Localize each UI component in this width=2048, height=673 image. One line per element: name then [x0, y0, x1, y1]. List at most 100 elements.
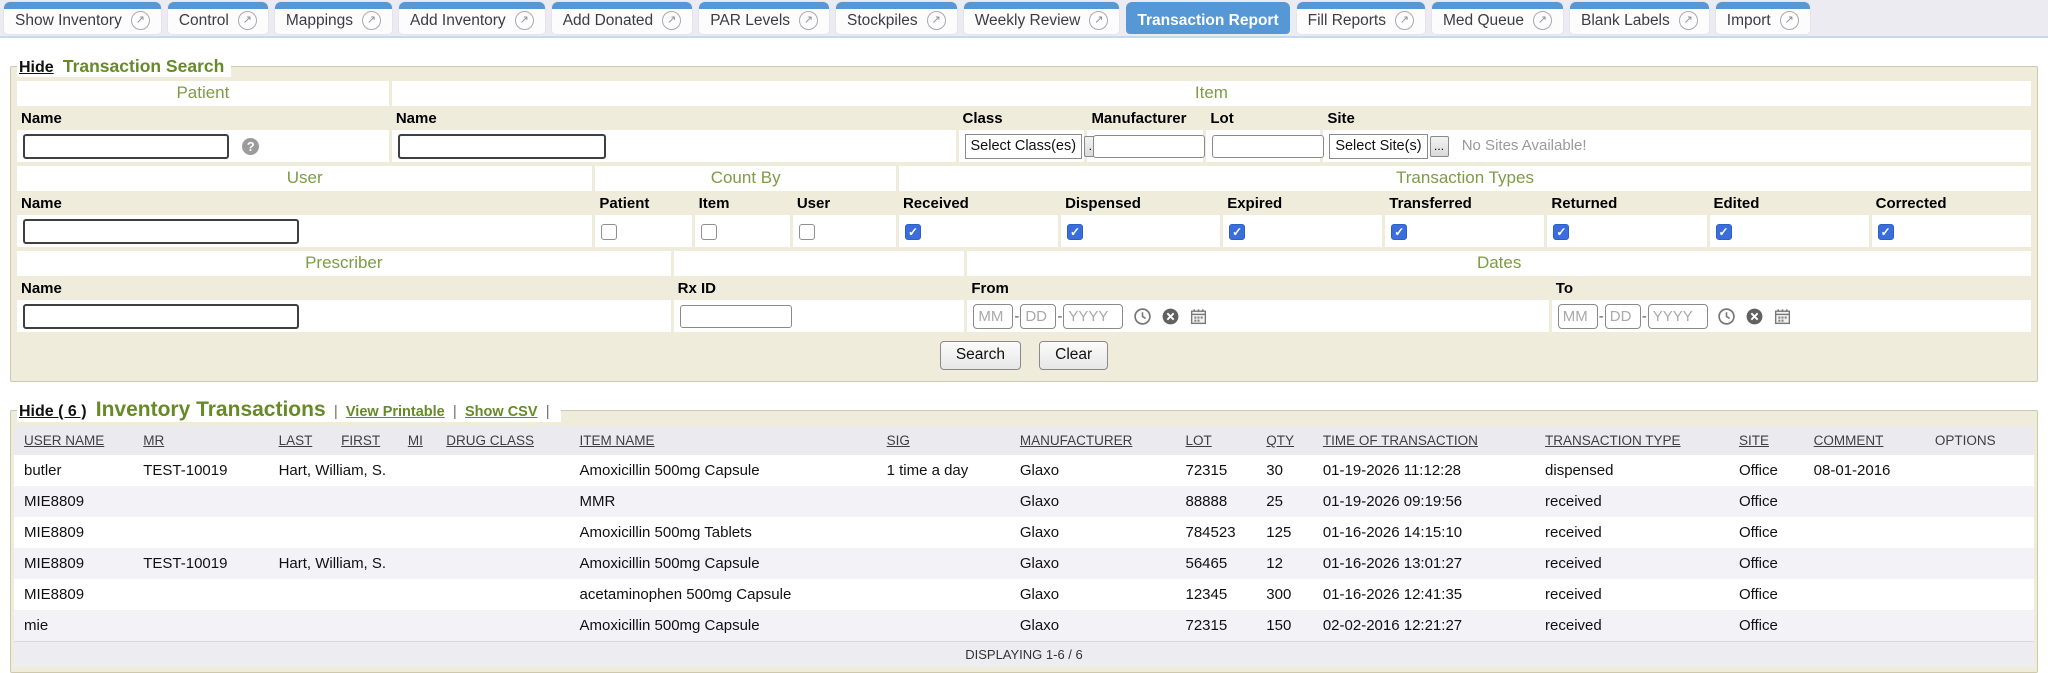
prescriber-name-input[interactable] — [23, 304, 299, 329]
view-printable-link[interactable]: View Printable — [346, 404, 445, 420]
external-link-icon[interactable]: ↗ — [1395, 11, 1414, 30]
table-cell: 01-16-2026 14:15:10 — [1319, 517, 1541, 548]
table-cell — [442, 548, 575, 579]
hide-results-link[interactable]: Hide ( 6 ) — [19, 403, 87, 420]
column-header-mi[interactable]: MI — [404, 426, 442, 455]
type-returned-checkbox[interactable] — [1553, 224, 1569, 240]
to-year-input[interactable] — [1648, 304, 1708, 329]
tab-weekly-review[interactable]: Weekly Review↗ — [964, 2, 1120, 34]
tab-blank-labels[interactable]: Blank Labels↗ — [1570, 2, 1709, 34]
tab-stockpiles[interactable]: Stockpiles↗ — [836, 2, 957, 34]
to-clock-icon[interactable] — [1717, 307, 1736, 326]
external-link-icon[interactable]: ↗ — [1679, 11, 1698, 30]
count-by-item-checkbox[interactable] — [701, 224, 717, 240]
column-header-lot[interactable]: LOT — [1182, 426, 1263, 455]
column-header-sig[interactable]: SIG — [883, 426, 1016, 455]
external-link-icon[interactable]: ↗ — [362, 11, 381, 30]
count-by-user-checkbox[interactable] — [799, 224, 815, 240]
patient-name-input[interactable] — [23, 134, 229, 159]
column-header-manufacturer[interactable]: MANUFACTURER — [1016, 426, 1182, 455]
search-button[interactable]: Search — [940, 341, 1021, 370]
column-header-last[interactable]: LAST — [275, 426, 338, 455]
tab-add-donated[interactable]: Add Donated↗ — [552, 2, 693, 34]
item-name-input[interactable] — [398, 134, 606, 159]
select-classes-box[interactable]: Select Class(es) — [965, 134, 1083, 159]
lot-input[interactable] — [1212, 135, 1324, 158]
manufacturer-input[interactable] — [1093, 135, 1205, 158]
to-clear-icon[interactable] — [1745, 307, 1764, 326]
column-header-drug-class[interactable]: DRUG CLASS — [442, 426, 575, 455]
column-header-first[interactable]: FIRST — [337, 426, 404, 455]
tab-mappings[interactable]: Mappings ↗ — [275, 2, 392, 34]
table-cell: 72315 — [1182, 610, 1263, 642]
type-corrected-checkbox[interactable] — [1878, 224, 1894, 240]
tab-add-inventory[interactable]: Add Inventory↗ — [399, 2, 545, 34]
show-csv-link[interactable]: Show CSV — [465, 404, 538, 420]
user-section-title: User — [17, 166, 592, 191]
from-day-input[interactable] — [1020, 304, 1056, 329]
column-header-user-name[interactable]: USER NAME — [14, 426, 139, 455]
lot-label: Lot — [1206, 108, 1320, 128]
table-cell: Amoxicillin 500mg Tablets — [576, 517, 883, 548]
tab-label: Mappings — [286, 12, 353, 30]
table-cell — [1810, 610, 1931, 642]
column-header-site[interactable]: SITE — [1735, 426, 1810, 455]
from-clear-icon[interactable] — [1161, 307, 1180, 326]
transaction-types-section-title: Transaction Types — [899, 166, 2031, 191]
select-sites-box[interactable]: Select Site(s) — [1329, 134, 1427, 159]
from-clock-icon[interactable] — [1133, 307, 1152, 326]
external-link-icon[interactable]: ↗ — [238, 11, 257, 30]
tab-show-inventory[interactable]: Show Inventory↗ — [4, 2, 161, 34]
clear-button[interactable]: Clear — [1039, 341, 1108, 370]
column-header-time-of-transaction[interactable]: TIME OF TRANSACTION — [1319, 426, 1541, 455]
table-cell — [404, 610, 442, 642]
count-by-patient-checkbox[interactable] — [601, 224, 617, 240]
external-link-icon[interactable]: ↗ — [1780, 11, 1799, 30]
external-link-icon[interactable]: ↗ — [927, 11, 946, 30]
tab-control[interactable]: Control ↗ — [168, 2, 268, 34]
type-received-checkbox[interactable] — [905, 224, 921, 240]
tab-label: Control — [179, 12, 229, 30]
help-icon[interactable]: ? — [242, 138, 259, 155]
table-cell — [883, 579, 1016, 610]
external-link-icon[interactable]: ↗ — [1533, 11, 1552, 30]
tab-par-levels[interactable]: PAR Levels↗ — [699, 2, 829, 34]
to-month-input[interactable] — [1558, 304, 1598, 329]
table-cell — [139, 517, 274, 548]
tab-transaction-report[interactable]: Transaction Report — [1126, 2, 1289, 34]
to-day-input[interactable] — [1605, 304, 1641, 329]
column-header-mr[interactable]: MR — [139, 426, 274, 455]
type-dispensed-checkbox[interactable] — [1067, 224, 1083, 240]
table-cell — [139, 579, 274, 610]
table-cell: Amoxicillin 500mg Capsule — [576, 548, 883, 579]
external-link-icon[interactable]: ↗ — [799, 11, 818, 30]
to-calendar-icon[interactable] — [1773, 307, 1792, 326]
type-edited-checkbox[interactable] — [1716, 224, 1732, 240]
hide-search-link[interactable]: Hide — [19, 59, 54, 76]
external-link-icon[interactable]: ↗ — [515, 11, 534, 30]
table-cell — [275, 610, 338, 642]
external-link-icon[interactable]: ↗ — [131, 11, 150, 30]
table-cell: Glaxo — [1016, 455, 1182, 486]
from-month-input[interactable] — [973, 304, 1013, 329]
select-sites-ellipsis-button[interactable]: ... — [1430, 136, 1449, 157]
from-year-input[interactable] — [1063, 304, 1123, 329]
column-header-comment[interactable]: COMMENT — [1810, 426, 1931, 455]
type-expired-checkbox[interactable] — [1229, 224, 1245, 240]
date-dash: - — [1642, 308, 1647, 325]
patient-item-grid: Patient Item Name Name Class Manufacture… — [14, 79, 2034, 164]
column-header-qty[interactable]: QTY — [1262, 426, 1319, 455]
tab-fill-reports[interactable]: Fill Reports↗ — [1297, 2, 1425, 34]
tab-med-queue[interactable]: Med Queue↗ — [1432, 2, 1563, 34]
column-header-item-name[interactable]: ITEM NAME — [576, 426, 883, 455]
user-name-input[interactable] — [23, 219, 299, 244]
external-link-icon[interactable]: ↗ — [1089, 11, 1108, 30]
table-cell: received — [1541, 579, 1735, 610]
type-transferred-checkbox[interactable] — [1391, 224, 1407, 240]
rx-id-input[interactable] — [680, 305, 792, 328]
from-calendar-icon[interactable] — [1189, 307, 1208, 326]
column-header-transaction-type[interactable]: TRANSACTION TYPE — [1541, 426, 1735, 455]
external-link-icon[interactable]: ↗ — [662, 11, 681, 30]
table-cell: MIE8809 — [14, 486, 139, 517]
tab-import[interactable]: Import↗ — [1716, 2, 1810, 34]
